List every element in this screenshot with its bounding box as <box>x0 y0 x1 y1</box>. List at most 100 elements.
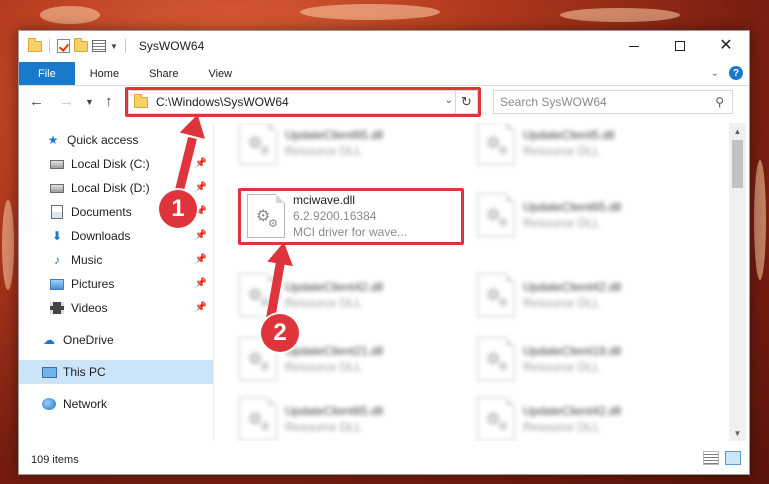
scroll-up-icon[interactable]: ▲ <box>729 123 746 139</box>
close-button[interactable]: ✕ <box>703 31 749 61</box>
window-title: SysWOW64 <box>138 39 205 53</box>
details-view-icon[interactable] <box>703 451 719 465</box>
back-arrow-icon[interactable]: ← <box>29 93 44 110</box>
file-name: UpdateClient42.dll <box>523 404 622 418</box>
pin-icon[interactable]: 📌 <box>195 230 207 241</box>
file-type: Resource DLL <box>285 296 362 310</box>
sidebar-item-downloads[interactable]: ⬇ Downloads 📌 <box>19 224 213 248</box>
sidebar-item-label: Videos <box>71 301 108 315</box>
file-type: Resource DLL <box>523 360 600 374</box>
forward-arrow-icon[interactable]: → <box>59 93 74 110</box>
background-speck <box>300 4 440 20</box>
pane-divider <box>213 123 214 441</box>
file-type: Resource DLL <box>285 360 362 374</box>
dll-file-icon: ⚙ ⚙ <box>477 397 515 441</box>
tab-share[interactable]: Share <box>134 62 193 85</box>
tab-file[interactable]: File <box>19 62 75 85</box>
large-icons-view-icon[interactable] <box>725 451 741 465</box>
minimize-icon <box>629 45 639 47</box>
sidebar-item-label: Pictures <box>71 277 115 291</box>
downloads-icon: ⬇ <box>51 229 63 243</box>
file-item[interactable]: ⚙ ⚙ UpdateClient42.dll Resource DLL <box>471 393 696 441</box>
item-count: 109 items <box>31 454 79 466</box>
file-item[interactable]: ⚙ ⚙ UpdateClient65.dll Resource DLL <box>233 123 458 169</box>
background-speck <box>560 8 680 22</box>
properties-check-icon[interactable] <box>57 39 70 53</box>
network-icon <box>41 396 57 412</box>
background-speck <box>40 6 100 24</box>
up-arrow-icon[interactable]: ↑ <box>105 93 113 110</box>
sidebar-item-videos[interactable]: Videos 📌 <box>19 296 213 320</box>
file-item[interactable]: ⚙ ⚙ UpdateClient19.dll Resource DLL <box>471 333 696 385</box>
cloud-icon: ☁ <box>43 333 55 347</box>
pin-icon[interactable]: 📌 <box>195 182 207 193</box>
ribbon-tabs: File Home Share View ⌄ ? <box>19 62 749 86</box>
file-name: UpdateClient65.dll <box>285 128 384 142</box>
file-name: UpdateClient19.dll <box>523 344 622 358</box>
annotation-arrow-2-head <box>267 239 297 267</box>
address-row: ← → ▼ ↑ C:\Windows\SysWOW64 ⌄ ↻ Search S… <box>19 87 749 117</box>
sidebar-item-label: This PC <box>63 365 106 379</box>
sidebar-item-onedrive[interactable]: ☁ OneDrive <box>19 328 213 352</box>
folder-icon <box>28 37 42 52</box>
expand-ribbon-chevron-icon[interactable]: ⌄ <box>711 68 719 79</box>
music-icon: ♪ <box>54 253 60 267</box>
properties-icon[interactable] <box>92 40 106 52</box>
dll-file-icon: ⚙ ⚙ <box>477 193 515 237</box>
tab-view[interactable]: View <box>193 62 247 85</box>
videos-icon <box>49 300 65 316</box>
minimize-button[interactable] <box>611 31 657 61</box>
view-switcher <box>703 451 741 465</box>
pin-icon[interactable]: 📌 <box>195 278 207 289</box>
sidebar-item-label: Local Disk (C:) <box>71 157 150 171</box>
pin-icon[interactable]: 📌 <box>195 254 207 265</box>
annotation-marker-2: 2 <box>261 314 299 352</box>
sidebar-item-this-pc[interactable]: This PC <box>19 360 213 384</box>
new-folder-icon[interactable] <box>74 37 88 52</box>
search-input[interactable]: Search SysWOW64 ⚲ <box>493 90 733 114</box>
file-item[interactable]: ⚙ ⚙ UpdateClient42.dll Resource DLL <box>471 269 696 321</box>
title-bar: ▼ SysWOW64 ✕ <box>19 31 749 61</box>
file-name: UpdateClient42.dll <box>523 280 622 294</box>
sidebar-item-label: OneDrive <box>63 333 114 347</box>
background-speck <box>2 200 14 290</box>
file-name: UpdateClient42.dll <box>285 280 384 294</box>
scroll-down-icon[interactable]: ▼ <box>729 425 746 441</box>
file-name: UpdateClient5.dll <box>523 128 615 142</box>
file-type: Resource DLL <box>285 420 362 434</box>
toolbar-separator <box>124 39 126 53</box>
maximize-icon <box>675 41 685 51</box>
ribbon-right-controls: ⌄ ? <box>711 66 743 80</box>
background-speck <box>754 160 766 280</box>
address-bar-highlight <box>125 87 481 117</box>
search-icon[interactable]: ⚲ <box>715 95 724 109</box>
sidebar-item-label: Music <box>71 253 103 267</box>
pin-icon[interactable]: 📌 <box>195 158 207 169</box>
file-highlight <box>238 188 464 245</box>
sidebar-item-label: Local Disk (D:) <box>71 181 150 195</box>
recent-locations-chevron-icon[interactable]: ▼ <box>85 97 94 107</box>
sidebar-item-music[interactable]: ♪ Music 📌 <box>19 248 213 272</box>
pin-icon[interactable]: 📌 <box>195 302 207 313</box>
file-item[interactable]: ⚙ ⚙ UpdateClient65.dll Resource DLL <box>233 393 458 441</box>
customize-toolbar-chevron-icon[interactable]: ▼ <box>110 42 118 51</box>
sidebar-item-label: Network <box>63 397 108 411</box>
tab-home[interactable]: Home <box>75 62 134 85</box>
maximize-button[interactable] <box>657 31 703 61</box>
sidebar-item-network[interactable]: Network <box>19 392 213 416</box>
sidebar-item-pictures[interactable]: Pictures 📌 <box>19 272 213 296</box>
close-icon: ✕ <box>719 37 733 54</box>
file-type: Resource DLL <box>523 216 600 230</box>
file-item[interactable]: ⚙ ⚙ UpdateClient5.dll Resource DLL <box>471 123 696 169</box>
help-icon[interactable]: ? <box>729 66 743 80</box>
window-controls: ✕ <box>611 31 749 61</box>
file-type: Resource DLL <box>285 144 362 158</box>
vertical-scrollbar[interactable]: ▲ ▼ <box>729 123 746 441</box>
star-icon: ★ <box>47 133 59 147</box>
dll-file-icon: ⚙ ⚙ <box>239 123 277 165</box>
file-list: ⚙ ⚙ UpdateClient65.dll Resource DLL ⚙ ⚙ Upd… <box>215 123 729 441</box>
annotation-marker-1: 1 <box>159 190 197 228</box>
scrollbar-thumb[interactable] <box>732 140 743 188</box>
file-item[interactable]: ⚙ ⚙ UpdateClient65.dll Resource DLL <box>471 189 696 241</box>
sidebar-item-label: Documents <box>71 205 132 219</box>
